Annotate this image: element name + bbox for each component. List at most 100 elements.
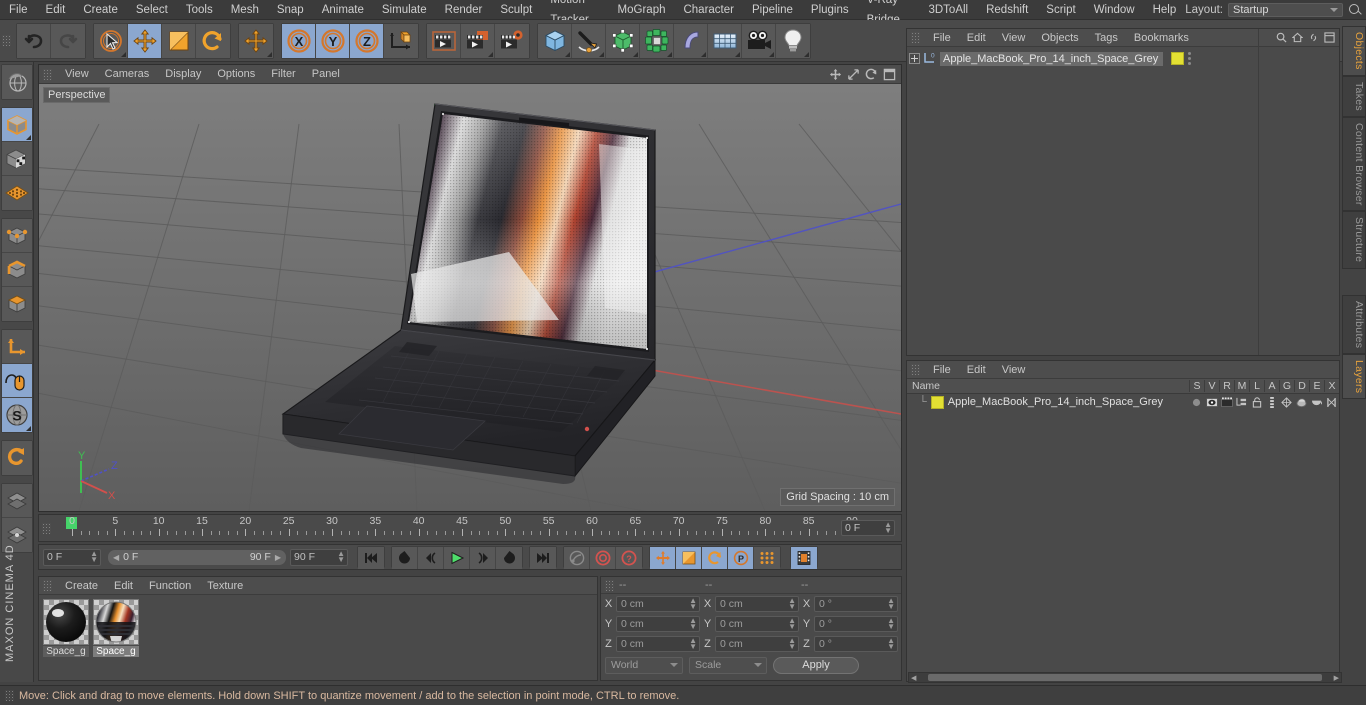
coordinates-grip[interactable]: [605, 579, 614, 591]
vertical-tab-structure[interactable]: Structure: [1342, 211, 1366, 269]
vertical-tab-takes[interactable]: Takes: [1342, 75, 1366, 117]
next-keyframe-button[interactable]: [496, 547, 522, 569]
layer-cell-generator[interactable]: [1279, 396, 1294, 408]
spinner-icon[interactable]: ▲ ▼: [887, 617, 895, 631]
menu-item-simulate[interactable]: Simulate: [373, 0, 436, 20]
enable-snapping-button[interactable]: [1, 364, 32, 398]
spinner-icon[interactable]: ▲ ▼: [90, 549, 98, 563]
key-pla-button[interactable]: [754, 547, 780, 569]
mograph-cloner-button[interactable]: [640, 23, 674, 58]
menu-item-help[interactable]: Help: [1144, 0, 1186, 20]
spinner-icon[interactable]: ▲ ▼: [689, 637, 697, 651]
layer-column-d[interactable]: D: [1294, 380, 1309, 392]
timeline-toggle-button[interactable]: [791, 547, 817, 569]
layer-cell-solo[interactable]: [1189, 398, 1204, 407]
coordinate-position-field[interactable]: 0 cm ▲ ▼: [616, 616, 700, 632]
preview-range-slider[interactable]: ◀ 0 F 90 F ▶: [107, 548, 287, 566]
viewport-canvas[interactable]: Y Z X Perspective Grid Spacing : 10 cm: [39, 84, 901, 511]
viewport-grip[interactable]: [43, 68, 52, 80]
viewport-rotate-icon[interactable]: [865, 68, 878, 81]
object-menu-item-objects[interactable]: Objects: [1033, 29, 1086, 47]
layer-color-swatch[interactable]: [1171, 52, 1185, 65]
menu-item-window[interactable]: Window: [1085, 0, 1144, 20]
scroll-left-icon[interactable]: ◀: [909, 674, 918, 682]
material-grip[interactable]: [43, 580, 52, 591]
go-to-end-button[interactable]: [530, 547, 556, 569]
material-item[interactable]: Space_g: [43, 599, 89, 657]
key-parameter-button[interactable]: P: [728, 547, 754, 569]
edge-mode-button[interactable]: [1, 253, 32, 287]
object-menu-item-tags[interactable]: Tags: [1087, 29, 1126, 47]
coordinate-space-select[interactable]: World: [605, 656, 683, 674]
preview-min-field[interactable]: 0 F ▲ ▼: [43, 548, 101, 566]
move-tool-button[interactable]: [128, 23, 162, 58]
play-button[interactable]: [444, 547, 470, 569]
layout-select[interactable]: Startup: [1228, 2, 1343, 17]
layer-column-r[interactable]: R: [1219, 380, 1234, 392]
coordinate-size-field[interactable]: 0 cm ▲ ▼: [715, 616, 799, 632]
layer-column-m[interactable]: M: [1234, 380, 1249, 392]
layer-cell-render[interactable]: [1219, 397, 1234, 407]
keyframe-selection-button[interactable]: ?: [616, 547, 642, 569]
spline-pen-button[interactable]: [572, 23, 606, 58]
key-scale-button[interactable]: [676, 547, 702, 569]
undo-view-button[interactable]: [1, 65, 32, 99]
menu-item-3dtoall[interactable]: 3DToAll: [919, 0, 977, 20]
spinner-icon[interactable]: ▲ ▼: [788, 637, 796, 651]
autokeying-button[interactable]: [590, 547, 616, 569]
viewport-move-icon[interactable]: [829, 68, 842, 81]
spinner-icon[interactable]: ▲ ▼: [689, 617, 697, 631]
layer-column-s[interactable]: S: [1189, 380, 1204, 392]
link-icon[interactable]: [1308, 32, 1319, 43]
viewport-scale-icon[interactable]: [847, 68, 860, 81]
nurbs-generator-button[interactable]: [606, 23, 640, 58]
live-selection-button[interactable]: [94, 23, 128, 58]
layer-cell-expression[interactable]: [1309, 397, 1324, 407]
menu-item-tools[interactable]: Tools: [177, 0, 222, 20]
layer-column-e[interactable]: E: [1309, 380, 1324, 392]
layer-menu-item-file[interactable]: File: [925, 361, 959, 379]
expand-object-icon[interactable]: [909, 53, 920, 64]
undo-button[interactable]: [17, 23, 51, 58]
layer-cell-deformer[interactable]: [1294, 397, 1309, 408]
vertical-tab-objects[interactable]: Objects: [1342, 26, 1366, 76]
current-frame-field[interactable]: 0 F ▲ ▼: [841, 520, 895, 536]
timeline-ruler[interactable]: 051015202530354045505560657075808590: [66, 515, 858, 541]
object-menu-item-view[interactable]: View: [994, 29, 1034, 47]
object-menu-item-file[interactable]: File: [925, 29, 959, 47]
coordinate-rotation-field[interactable]: 0 ° ▲ ▼: [814, 596, 898, 612]
end-frame-field[interactable]: 90 F ▲ ▼: [290, 548, 348, 566]
tag-dots-icon[interactable]: [1187, 52, 1191, 65]
rotate-tool-button[interactable]: [196, 23, 230, 58]
object-menu-item-bookmarks[interactable]: Bookmarks: [1126, 29, 1197, 47]
timeline-grip[interactable]: [42, 522, 51, 534]
material-item[interactable]: Space_g: [93, 599, 139, 657]
menu-item-mograph[interactable]: MoGraph: [609, 0, 675, 20]
viewport-menu-item-display[interactable]: Display: [157, 65, 209, 84]
spinner-icon[interactable]: ▲ ▼: [887, 637, 895, 651]
layer-manager-grip[interactable]: [911, 364, 920, 375]
layer-cell-manager[interactable]: [1234, 397, 1249, 407]
layer-manager-scrollbar[interactable]: ◀ ▶: [908, 672, 1342, 683]
coordinate-size-field[interactable]: 0 cm ▲ ▼: [715, 596, 799, 612]
scroll-right-icon[interactable]: ▶: [1332, 674, 1341, 682]
lock-z-axis-button[interactable]: Z: [350, 23, 384, 58]
toolbar-grip[interactable]: [2, 35, 11, 46]
material-list[interactable]: Space_g Space_g: [39, 595, 597, 657]
coordinate-position-field[interactable]: 0 cm ▲ ▼: [616, 596, 700, 612]
vertical-tab-attributes[interactable]: Attributes: [1342, 294, 1366, 355]
layer-manager-row[interactable]: └ Apple_MacBook_Pro_14_inch_Space_Grey: [907, 394, 1339, 410]
coordinate-rotation-field[interactable]: 0 ° ▲ ▼: [814, 636, 898, 652]
camera-button[interactable]: [742, 23, 776, 58]
material-menu-item-texture[interactable]: Texture: [199, 577, 251, 595]
step-forward-button[interactable]: [470, 547, 496, 569]
object-menu-item-edit[interactable]: Edit: [959, 29, 994, 47]
material-menu-item-function[interactable]: Function: [141, 577, 199, 595]
viewport-maximize-icon[interactable]: [883, 68, 896, 81]
layer-color-swatch[interactable]: [930, 395, 944, 409]
search-icon[interactable]: [1348, 3, 1362, 17]
apply-button[interactable]: Apply: [773, 656, 859, 674]
menu-item-pipeline[interactable]: Pipeline: [743, 0, 802, 20]
layer-column-g[interactable]: G: [1279, 380, 1294, 392]
layer-cell-xpresso[interactable]: [1324, 397, 1339, 408]
